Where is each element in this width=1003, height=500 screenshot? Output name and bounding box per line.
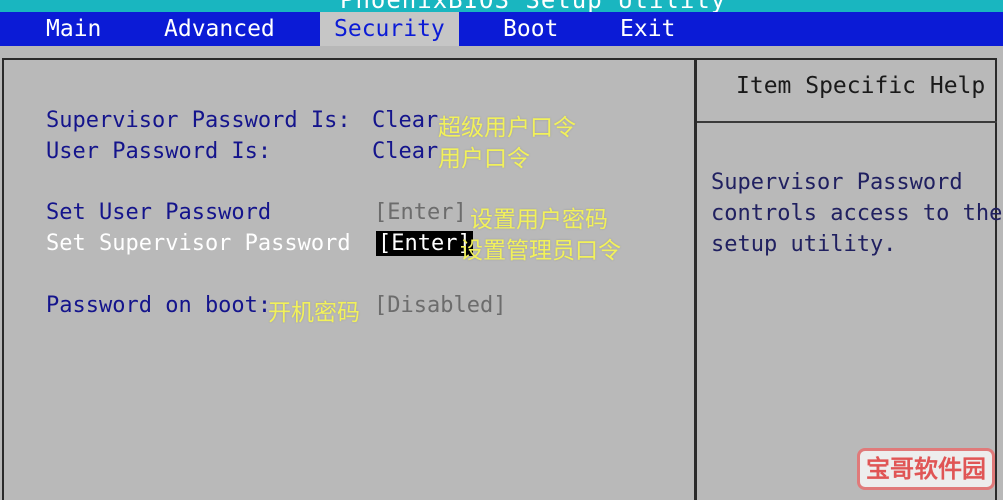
help-line: controls access to the [711, 201, 1003, 226]
user-password-status-value: Clear [372, 139, 439, 164]
help-line: setup utility. [711, 232, 897, 257]
menu-advanced[interactable]: Advanced [164, 12, 275, 46]
password-on-boot-annotation: 开机密码 [268, 300, 360, 326]
set-supervisor-password-value[interactable]: [Enter] [376, 231, 473, 256]
set-supervisor-password-label[interactable]: Set Supervisor Password [46, 231, 351, 256]
help-line: Supervisor Password [711, 170, 963, 195]
set-user-password-value[interactable]: [Enter] [374, 200, 467, 225]
title-text: PhoenixBIOS Setup Utility [340, 0, 726, 12]
title-bar: PhoenixBIOS Setup Utility [0, 0, 1003, 12]
help-separator [697, 121, 997, 123]
supervisor-password-status-value: Clear [372, 108, 439, 133]
password-on-boot-value[interactable]: [Disabled] [374, 293, 506, 318]
menu-bar: Main Advanced Security Boot Exit [0, 12, 1003, 46]
set-user-password-label[interactable]: Set User Password [46, 200, 271, 225]
set-supervisor-password-annotation: 设置管理员口令 [460, 238, 621, 264]
user-password-annotation: 用户口令 [438, 146, 530, 172]
watermark-logo: 宝哥软件园 [857, 448, 995, 490]
menu-security[interactable]: Security [320, 12, 459, 46]
set-user-password-annotation: 设置用户密码 [470, 207, 608, 233]
user-password-status-label: User Password Is: [46, 139, 272, 164]
help-title: Item Specific Help [736, 73, 986, 99]
bios-screen: PhoenixBIOS Setup Utility Main Advanced … [0, 0, 1003, 500]
panel-divider [694, 60, 697, 500]
menu-main[interactable]: Main [46, 12, 101, 46]
supervisor-password-annotation: 超级用户口令 [438, 115, 576, 141]
supervisor-password-status-label: Supervisor Password Is: [46, 108, 351, 133]
menu-exit[interactable]: Exit [620, 12, 675, 46]
menu-boot[interactable]: Boot [503, 12, 558, 46]
password-on-boot-label[interactable]: Password on boot: [46, 293, 271, 318]
